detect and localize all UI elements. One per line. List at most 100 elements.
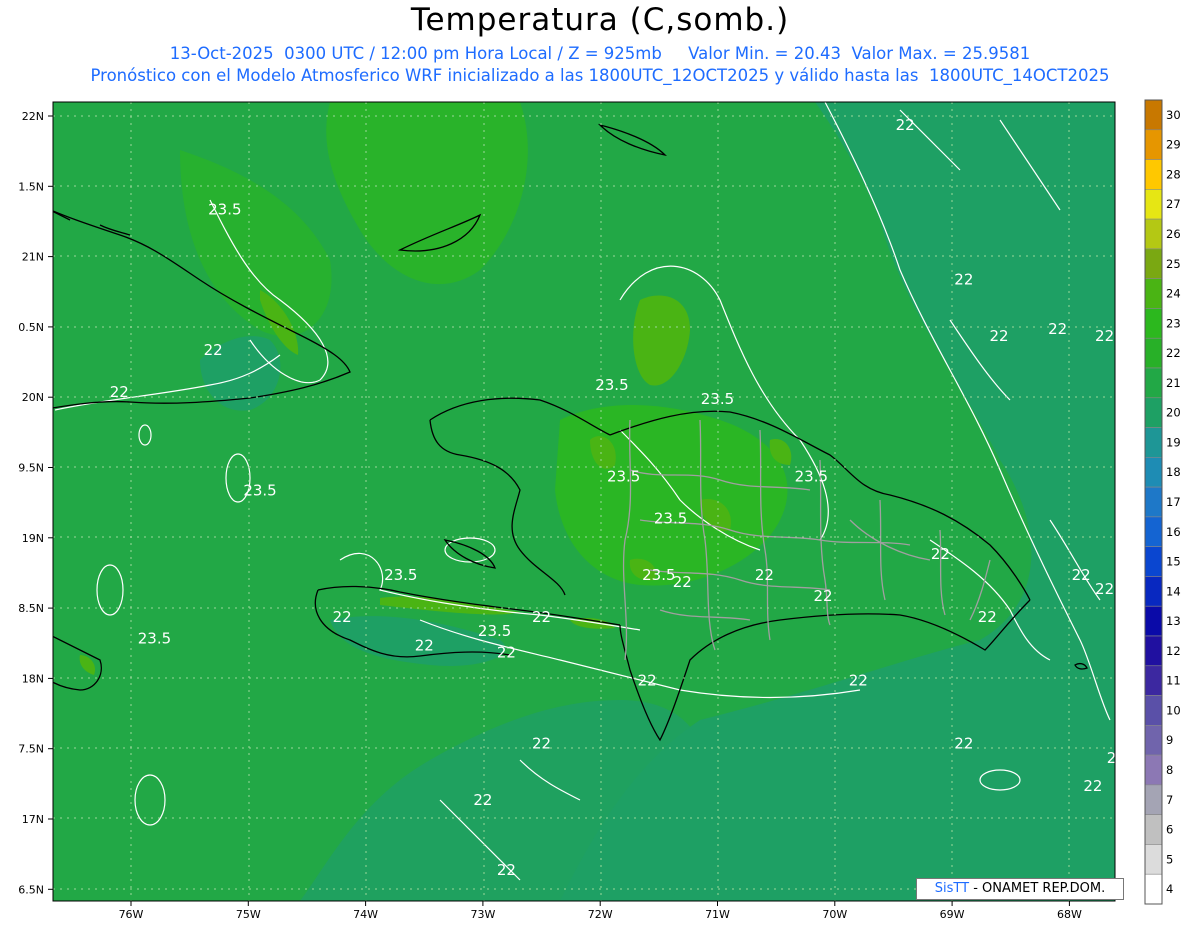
longitude-axis: 76W 75W 74W 73W 72W 71W 70W 69W 68W <box>119 901 1082 921</box>
colorbar-label: 22 <box>1166 346 1181 360</box>
contour-label: 22 <box>473 791 492 809</box>
colorbar-swatch <box>1144 486 1163 518</box>
colorbar-swatch <box>1144 367 1163 399</box>
contour-label: 22 <box>1072 566 1091 584</box>
contour-label: 22 <box>755 566 774 584</box>
colorbar: 30 29 28 27 26 25 24 23 22 21 20 19 18 17 16 15 14 13 12 11… <box>1144 99 1181 905</box>
contour-label: 22 <box>1048 320 1067 338</box>
colorbar-swatch <box>1144 814 1163 845</box>
lat-tick-label: 22N <box>22 110 44 123</box>
contour-label: 23.5 <box>701 390 734 408</box>
lat-tick-label: 6.5N <box>18 883 44 896</box>
contour-label: 22 <box>989 327 1008 345</box>
contour-label: 22 <box>1119 186 1138 204</box>
colorbar-swatch <box>1144 159 1163 190</box>
contour-label: 23.5 <box>478 622 511 640</box>
colorbar-swatch <box>1144 516 1163 547</box>
lon-tick-label: 71W <box>705 908 730 921</box>
contour-label: 22 <box>1095 327 1114 345</box>
contour-label: 22 <box>673 573 692 591</box>
colorbar-label: 10 <box>1166 703 1181 717</box>
colorbar-label: 11 <box>1166 674 1181 688</box>
contour-label: 23.5 <box>384 566 417 584</box>
contour-label: 22 <box>497 861 516 879</box>
contour-label: 22 <box>849 671 868 689</box>
contour-label: 23.5 <box>243 482 276 500</box>
contour-label: 22 <box>497 643 516 661</box>
colorbar-swatch <box>1144 397 1163 428</box>
colorbar-swatch <box>1144 873 1163 905</box>
contour-label: 23.5 <box>138 629 171 647</box>
contour-label: 22 <box>954 735 973 753</box>
colorbar-swatch <box>1144 605 1163 637</box>
lat-tick-label: 19N <box>22 532 44 545</box>
colorbar-swatch <box>1144 635 1163 667</box>
colorbar-swatch <box>1144 189 1163 220</box>
colorbar-label: 9 <box>1166 733 1173 747</box>
colorbar-label: 24 <box>1166 287 1181 301</box>
colorbar-label: 27 <box>1166 197 1181 211</box>
contour-label: 22 <box>931 545 950 563</box>
colorbar-swatch <box>1144 695 1163 726</box>
lat-tick-label: 20N <box>22 391 44 404</box>
contour-label: 23.5 <box>595 376 628 394</box>
contour-label: 23.5 <box>795 468 828 486</box>
colorbar-label: 6 <box>1166 823 1173 837</box>
colorbar-swatch <box>1144 427 1163 458</box>
lat-tick-label: 0.5N <box>18 321 44 334</box>
colorbar-label: 30 <box>1166 108 1181 122</box>
lon-tick-label: 69W <box>940 908 965 921</box>
colorbar-label: 23 <box>1166 316 1181 330</box>
colorbar-swatch <box>1144 457 1163 488</box>
contour-label: 22 <box>638 671 657 689</box>
contour-label: 22 <box>532 735 551 753</box>
colorbar-swatch <box>1144 576 1163 607</box>
colorbar-swatch <box>1144 278 1163 309</box>
colorbar-label: 26 <box>1166 227 1181 241</box>
credit-box: SisTT - ONAMET REP.DOM. <box>916 878 1124 900</box>
lon-tick-label: 70W <box>822 908 847 921</box>
contour-label: 22 <box>896 116 915 134</box>
colorbar-swatch <box>1144 754 1163 786</box>
contour-label: 22 <box>1095 580 1114 598</box>
credit-agency: - ONAMET REP.DOM. <box>973 881 1106 896</box>
colorbar-swatch <box>1144 99 1163 131</box>
colorbar-label: 19 <box>1166 435 1181 449</box>
contour-label: 22 <box>978 608 997 626</box>
lon-tick-label: 73W <box>470 908 495 921</box>
colorbar-label: 14 <box>1166 584 1181 598</box>
contour-label: 22 <box>204 341 223 359</box>
colorbar-label: 16 <box>1166 525 1181 539</box>
contour-label: 23.5 <box>642 566 675 584</box>
contour-label: 22 <box>110 383 129 401</box>
colorbar-label: 17 <box>1166 495 1181 509</box>
colorbar-label: 28 <box>1166 167 1181 181</box>
contour-label: 22 <box>333 608 352 626</box>
credit-system: SisTT <box>934 881 970 896</box>
lat-tick-label: 17N <box>22 813 44 826</box>
colorbar-swatch <box>1144 665 1163 696</box>
lat-tick-label: 9.5N <box>18 462 44 475</box>
colorbar-swatch <box>1144 844 1163 875</box>
colorbar-swatch <box>1144 218 1163 250</box>
colorbar-label: 20 <box>1166 406 1181 420</box>
contour-label: 22 <box>814 587 833 605</box>
contour-label: 22 <box>415 636 434 654</box>
colorbar-label: 25 <box>1166 257 1181 271</box>
colorbar-swatch <box>1144 129 1163 160</box>
colorbar-label: 4 <box>1166 882 1173 896</box>
colorbar-swatch <box>1144 248 1163 279</box>
contour-label: 23.5 <box>208 200 241 218</box>
colorbar-label: 15 <box>1166 555 1181 569</box>
lat-tick-label: 18N <box>22 672 44 685</box>
colorbar-label: 21 <box>1166 376 1181 390</box>
colorbar-swatch <box>1144 337 1163 369</box>
contour-label: 23.5 <box>654 510 687 528</box>
colorbar-label: 5 <box>1166 852 1173 866</box>
lon-tick-label: 68W <box>1057 908 1082 921</box>
lon-tick-label: 72W <box>588 908 613 921</box>
lat-tick-label: 7.5N <box>18 743 44 756</box>
lon-tick-label: 75W <box>236 908 261 921</box>
latitude-axis: 22N 1.5N 21N 0.5N 20N 9.5N 19N 8.5N 18N 7.5N 17N 6.… <box>18 110 53 896</box>
lat-tick-label: 8.5N <box>18 602 44 615</box>
